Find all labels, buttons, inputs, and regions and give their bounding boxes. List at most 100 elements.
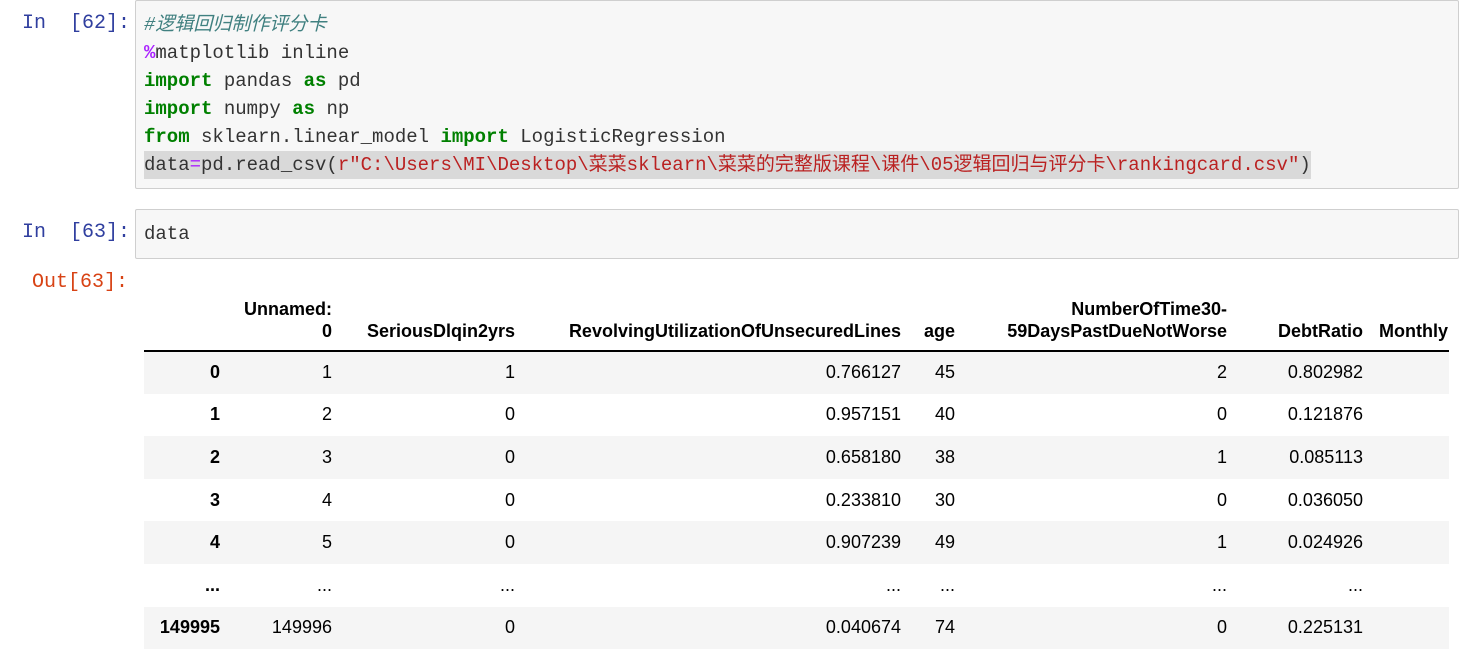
row-index: ... [204, 574, 220, 595]
table-row: 3 4 0 0.233810 30 0 0.036050 [144, 479, 1449, 522]
table-cell: 0.658180 [825, 446, 901, 467]
table-cell: 0 [1216, 617, 1227, 638]
code-line-4: import numpy as np [136, 95, 1458, 123]
alias: pd [326, 70, 361, 92]
table-cell: ... [499, 574, 515, 595]
row-index: 4 [209, 532, 220, 553]
table-cell: 2 [321, 404, 332, 425]
table-row: 149995 149996 0 0.040674 74 0 0.225131 [144, 606, 1449, 650]
table-row-ellipsis: ... ... ... ... ... ... ... [144, 564, 1449, 607]
table-cell: 0 [504, 617, 515, 638]
code-line-1: #逻辑回归制作评分卡 [136, 11, 1458, 39]
keyword: from [144, 126, 190, 148]
table-cell: 4 [321, 489, 332, 510]
code-line-6: data=pd.read_csv(r"C:\Users\MI\Desktop\菜… [136, 151, 1458, 179]
table-cell [1373, 351, 1449, 394]
table-cell: ... [316, 574, 332, 595]
code-line-2: %matplotlib inline [136, 39, 1458, 67]
table-cell: 0 [504, 489, 515, 510]
alias: np [315, 98, 350, 120]
imported-name: LogisticRegression [508, 126, 726, 148]
table-cell: 74 [934, 617, 955, 638]
table-cell: ... [1211, 574, 1227, 595]
table-cell: ... [885, 574, 901, 595]
input-prompt-63: In [63]: [22, 221, 131, 244]
function-call: pd.read_csv( [201, 154, 338, 176]
column-header: DebtRatio [1237, 290, 1373, 352]
table-cell: 45 [934, 362, 955, 383]
module-name: numpy [212, 98, 293, 120]
row-index: 0 [209, 362, 220, 383]
table-cell: 1 [1216, 446, 1227, 467]
code-cell-62[interactable]: #逻辑回归制作评分卡 %matplotlib inline import pan… [135, 0, 1459, 189]
table-cell: ... [939, 574, 955, 595]
table-cell [1373, 564, 1449, 607]
dataframe-table: Unnamed: 0 SeriousDlqin2yrs RevolvingUti… [144, 290, 1449, 650]
code-line-3: import pandas as pd [136, 67, 1458, 95]
column-header: SeriousDlqin2yrs [342, 290, 525, 352]
table-cell: 0.036050 [1287, 489, 1363, 510]
table-cell [1373, 436, 1449, 479]
keyword: import [440, 126, 509, 148]
table-cell: 0.024926 [1287, 532, 1363, 553]
input-prompt-62: In [62]: [22, 12, 131, 35]
table-cell [1373, 521, 1449, 564]
code-line-data: data [144, 223, 190, 245]
table-row: 1 2 0 0.957151 40 0 0.121876 [144, 394, 1449, 437]
magic-symbol: % [144, 42, 156, 64]
table-cell: 0.957151 [825, 404, 901, 425]
table-cell: 0 [504, 446, 515, 467]
table-cell: 0.802982 [1287, 362, 1363, 383]
table-cell: 0.040674 [825, 617, 901, 638]
table-cell: 0 [1216, 404, 1227, 425]
table-cell: 40 [934, 404, 955, 425]
table-cell: 0.085113 [1289, 446, 1363, 467]
column-header: NumberOfTime30-59DaysPastDueNotWorse [965, 290, 1237, 352]
table-row: 4 5 0 0.907239 49 1 0.024926 [144, 521, 1449, 564]
magic-command: matplotlib inline [155, 42, 350, 64]
table-cell: 0.907239 [825, 532, 901, 553]
output-prompt-63: Out[63]: [32, 271, 129, 294]
code-cell-63[interactable]: data [135, 209, 1459, 259]
column-header: RevolvingUtilizationOfUnsecuredLines [525, 290, 911, 352]
dataframe-output[interactable]: Unnamed: 0 SeriousDlqin2yrs RevolvingUti… [144, 290, 1449, 663]
string-literal: r"C:\Users\MI\Desktop\菜菜sklearn\菜菜的完整版课程… [337, 154, 1300, 176]
column-header: age [911, 290, 965, 352]
table-cell: 30 [934, 489, 955, 510]
code-line-5: from sklearn.linear_model import Logisti… [136, 123, 1458, 151]
header-row: Unnamed: 0 SeriousDlqin2yrs RevolvingUti… [144, 290, 1449, 352]
table-cell: 38 [934, 446, 955, 467]
table-cell: 1 [1216, 532, 1227, 553]
table-cell: 1 [504, 362, 515, 383]
table-cell: 2 [1216, 362, 1227, 383]
operator: = [189, 154, 202, 176]
module-name: sklearn.linear_model [189, 126, 441, 148]
table-cell: 1 [321, 362, 332, 383]
column-header: Monthly [1373, 290, 1449, 352]
variable: data [144, 154, 190, 176]
paren: ) [1299, 154, 1311, 176]
table-cell: 5 [321, 532, 332, 553]
column-header: Unnamed: 0 [230, 290, 342, 352]
row-index: 2 [209, 446, 220, 467]
table-cell: 0 [1216, 489, 1227, 510]
row-index: 3 [209, 489, 220, 510]
module-name: pandas [212, 70, 304, 92]
table-row: 2 3 0 0.658180 38 1 0.085113 [144, 436, 1449, 479]
row-index: 1 [209, 404, 220, 425]
table-cell: 3 [321, 446, 332, 467]
table-cell [1373, 394, 1449, 437]
table-cell [1373, 607, 1449, 650]
table-cell: 0.121876 [1287, 404, 1363, 425]
table-cell: 49 [934, 532, 955, 553]
keyword: import [144, 70, 213, 92]
keyword: as [303, 70, 327, 92]
keyword: as [292, 98, 316, 120]
table-cell: ... [1347, 574, 1363, 595]
index-header [144, 290, 230, 352]
table-cell [1373, 479, 1449, 522]
row-index: 149995 [159, 617, 220, 638]
table-cell: 0 [504, 532, 515, 553]
selected-text: data=pd.read_csv(r"C:\Users\MI\Desktop\菜… [144, 151, 1311, 179]
table-cell: 149996 [271, 617, 332, 638]
